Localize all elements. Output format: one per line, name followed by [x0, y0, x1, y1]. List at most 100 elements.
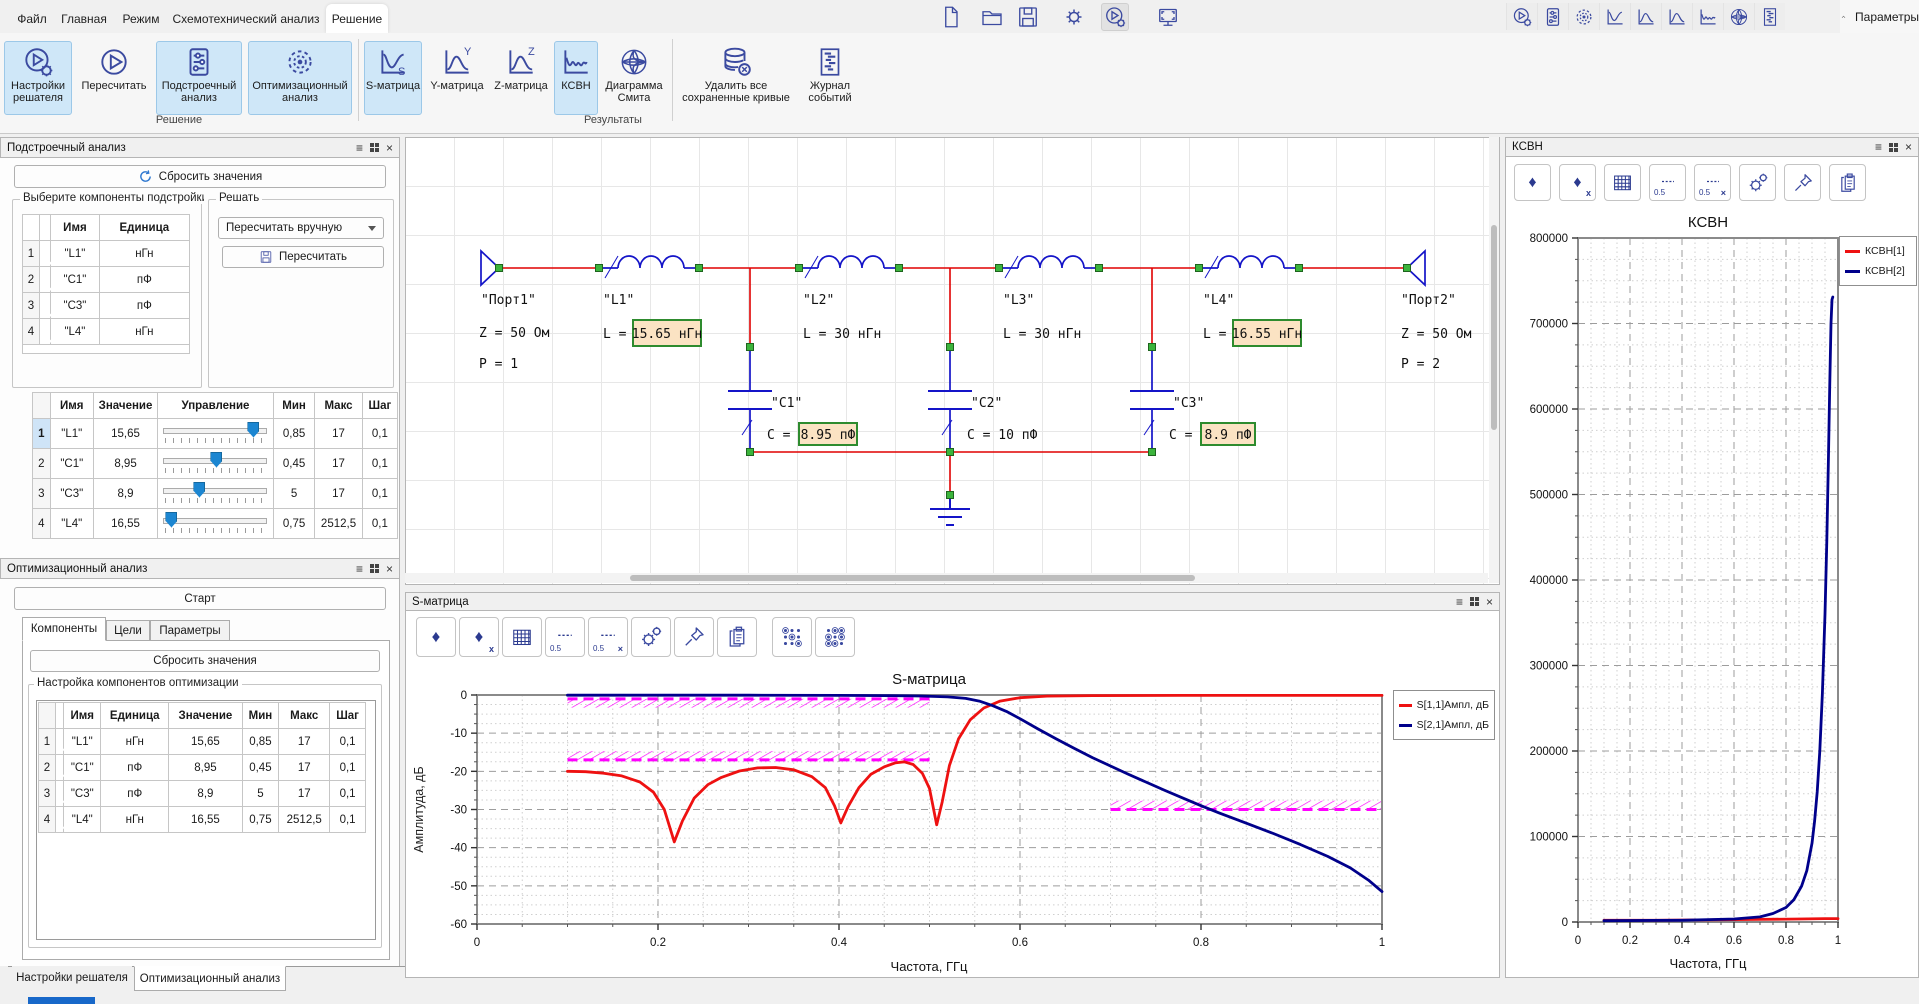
marker-delete-button[interactable]: ♦x	[1559, 164, 1596, 201]
tab-components[interactable]: Компоненты	[22, 617, 106, 641]
save-icon[interactable]	[1014, 3, 1042, 31]
panel-dock-icon[interactable]	[370, 564, 379, 573]
matrix-elements-alt-button[interactable]	[815, 617, 855, 657]
optimization-row[interactable]: 2"C1"пФ8,950,45170,1	[39, 755, 366, 781]
menu-tab-file[interactable]: Файл	[12, 4, 52, 33]
slider-cell[interactable]	[158, 509, 274, 539]
smith-chart-button[interactable]: Диаграмма Смита	[602, 41, 666, 115]
panel-close-icon[interactable]: ×	[1486, 596, 1493, 608]
slider-handle[interactable]	[165, 512, 177, 528]
menu-tab-solution[interactable]: Решение	[326, 4, 388, 33]
panel-menu-icon[interactable]: ≡	[356, 563, 363, 575]
optimization-analysis-button[interactable]: Оптимизационный анализ	[248, 41, 352, 115]
checkbox-cell[interactable]	[56, 781, 64, 807]
solver-run-icon[interactable]	[1101, 3, 1129, 31]
marker-delete-button[interactable]: ♦x	[459, 617, 499, 657]
table-view-button[interactable]	[1604, 164, 1641, 201]
parameters-toggle[interactable]: Параметры	[1840, 0, 1919, 33]
schematic-vscroll-thumb[interactable]	[1491, 225, 1497, 430]
vswr-mini-icon[interactable]	[1692, 3, 1723, 30]
bottom-tab-solver-settings[interactable]: Настройки решателя	[12, 966, 132, 990]
checkbox-cell[interactable]	[40, 319, 51, 345]
solver-settings-button[interactable]: Настройки решателя	[4, 41, 72, 115]
menu-tab-mode[interactable]: Режим	[116, 4, 166, 33]
slider-handle[interactable]	[247, 422, 259, 438]
delete-saved-curves-button[interactable]: Удалить все сохраненные кривые	[678, 41, 794, 115]
optimization-row[interactable]: 4"L4"нГн16,550,752512,50,1	[39, 807, 366, 833]
optimization-reset-button[interactable]: Сбросить значения	[30, 650, 380, 672]
vswr-button[interactable]: КСВН	[554, 41, 598, 115]
fullscreen-icon[interactable]	[1154, 3, 1182, 31]
tuning-analysis-button[interactable]: Подстроечный анализ	[156, 41, 242, 115]
tuning-slider[interactable]	[163, 421, 267, 447]
recalculate-button[interactable]: Пересчитать	[78, 41, 150, 115]
slider-cell[interactable]	[158, 449, 274, 479]
panel-dock-icon[interactable]	[1889, 143, 1898, 152]
panel-menu-icon[interactable]: ≡	[1456, 596, 1463, 608]
slider-cell[interactable]	[158, 479, 274, 509]
y-matrix-button[interactable]: Y Y-матрица	[428, 41, 486, 115]
s-matrix-button[interactable]: S S-матрица	[364, 41, 422, 115]
level-line-delete-button[interactable]: 0.5×	[588, 617, 628, 657]
panel-close-icon[interactable]: ×	[386, 563, 393, 575]
tuning-row[interactable]: 3"C3"8,95170,1	[33, 479, 398, 509]
tuning-reset-button[interactable]: Сбросить значения	[14, 165, 386, 188]
tuning-slider[interactable]	[163, 511, 267, 537]
z-matrix-mini-icon[interactable]	[1661, 3, 1692, 30]
schematic-hscroll-thumb[interactable]	[630, 575, 1195, 581]
marker-add-button[interactable]: ♦	[416, 617, 456, 657]
tuning-row[interactable]: 2"C1"8,950,45170,1	[33, 449, 398, 479]
table-view-button[interactable]	[502, 617, 542, 657]
tab-parameters[interactable]: Параметры	[150, 620, 230, 641]
solve-mode-dropdown[interactable]: Пересчитать вручную	[218, 217, 384, 239]
level-line-delete-button[interactable]: 0.5×	[1694, 164, 1731, 201]
tuning-slider[interactable]	[163, 481, 267, 507]
menu-tab-circuit-analysis[interactable]: Схемотехнический анализ	[172, 4, 320, 33]
marker-add-button[interactable]: ♦	[1514, 164, 1551, 201]
component-row[interactable]: 1"L1"нГн	[23, 241, 190, 267]
smith-chart-mini-icon[interactable]	[1723, 3, 1754, 30]
tuning-slider[interactable]	[163, 451, 267, 477]
tuning-row[interactable]: 4"L4"16,550,752512,50,1	[33, 509, 398, 539]
copy-chart-button[interactable]	[1829, 164, 1866, 201]
panel-menu-icon[interactable]: ≡	[1875, 141, 1882, 153]
checkbox-cell[interactable]	[56, 755, 64, 781]
copy-chart-button[interactable]	[717, 617, 757, 657]
event-log-mini-icon[interactable]	[1754, 3, 1785, 30]
settings-gear-icon[interactable]	[1060, 3, 1088, 31]
level-line-add-button[interactable]: 0.5	[545, 617, 585, 657]
tuning-row[interactable]: 1"L1"15,650,85170,1	[33, 419, 398, 449]
recalc-now-button[interactable]: Пересчитать	[222, 246, 384, 268]
panel-dock-icon[interactable]	[1470, 597, 1479, 606]
menu-tab-home[interactable]: Главная	[58, 4, 110, 33]
slider-cell[interactable]	[158, 419, 274, 449]
optimization-start-button[interactable]: Старт	[14, 587, 386, 610]
checkbox-cell[interactable]	[56, 729, 64, 755]
panel-close-icon[interactable]: ×	[1905, 141, 1912, 153]
optimization-row[interactable]: 1"L1"нГн15,650,85170,1	[39, 729, 366, 755]
tuning-mini-icon[interactable]	[1537, 3, 1568, 30]
component-row[interactable]: 3"C3"пФ	[23, 293, 190, 319]
new-file-icon[interactable]	[937, 3, 965, 31]
component-row[interactable]: 2"C1"пФ	[23, 267, 190, 293]
checkbox-cell[interactable]	[40, 293, 51, 319]
y-matrix-mini-icon[interactable]	[1630, 3, 1661, 30]
level-line-add-button[interactable]: 0.5	[1649, 164, 1686, 201]
checkbox-cell[interactable]	[40, 241, 51, 267]
component-row[interactable]: 4"L4"нГн	[23, 319, 190, 345]
chart-settings-button[interactable]	[1739, 164, 1776, 201]
checkbox-cell[interactable]	[40, 267, 51, 293]
pin-curves-button[interactable]	[674, 617, 714, 657]
panel-menu-icon[interactable]: ≡	[356, 142, 363, 154]
panel-dock-icon[interactable]	[370, 143, 379, 152]
checkbox-cell[interactable]	[56, 807, 64, 833]
slider-handle[interactable]	[193, 482, 205, 498]
optimization-mini-icon[interactable]	[1568, 3, 1599, 30]
s-matrix-mini-icon[interactable]	[1599, 3, 1630, 30]
chart-settings-button[interactable]	[631, 617, 671, 657]
solver-settings-mini-icon[interactable]	[1506, 3, 1537, 30]
z-matrix-button[interactable]: Z Z-матрица	[492, 41, 550, 115]
slider-handle[interactable]	[210, 452, 222, 468]
tab-goals[interactable]: Цели	[106, 620, 150, 641]
panel-close-icon[interactable]: ×	[386, 142, 393, 154]
